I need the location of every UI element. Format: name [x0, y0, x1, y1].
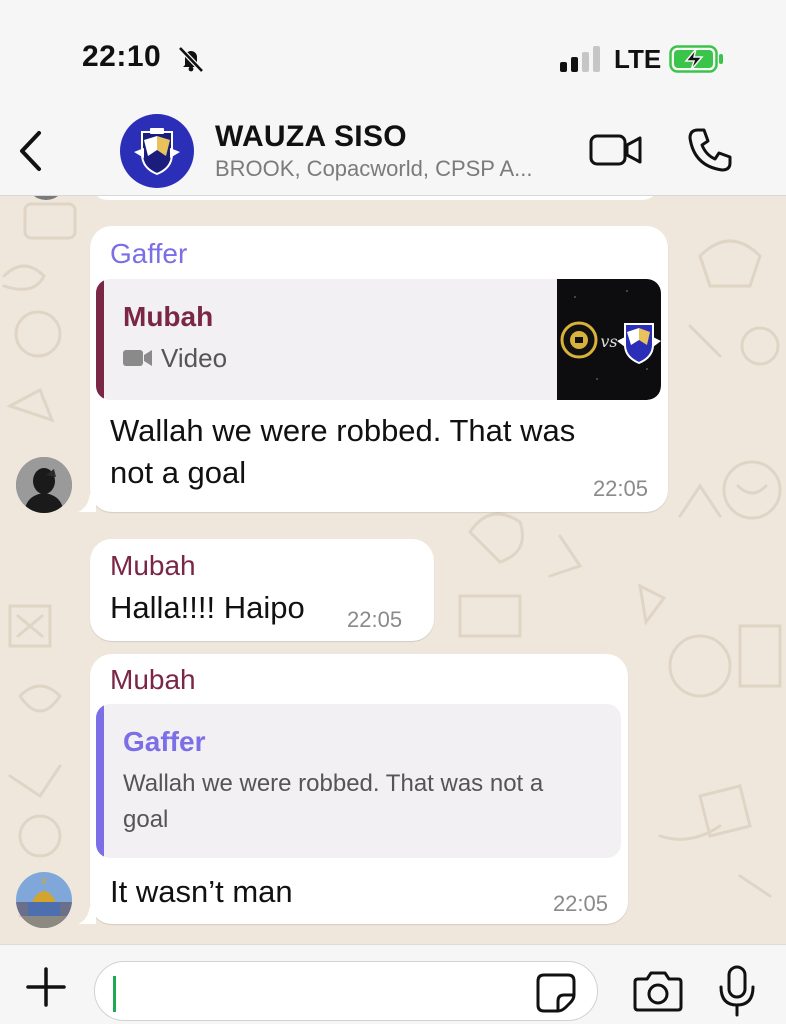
match-thumbnail-image: vs [560, 290, 661, 380]
message-bubble[interactable]: Mubah Halla!!!! Haipo 22:05 [90, 539, 434, 641]
message-composer [0, 944, 786, 1024]
message-input[interactable] [94, 961, 598, 1021]
microphone-icon[interactable] [716, 965, 758, 1017]
message-text: Halla!!!! Haipo [110, 590, 305, 625]
message-text-line: Wallah we were robbed. That was [110, 413, 576, 448]
person-silhouette-icon [16, 457, 72, 513]
chat-header: 22:10 LTE WAUZA SISO BROOK, Copacworld, … [0, 0, 786, 196]
message-time: 22:05 [592, 476, 648, 501]
avatar[interactable] [16, 872, 72, 928]
message-time: 22:05 [552, 891, 608, 916]
status-time: 22:10 [82, 40, 162, 73]
message-bubble[interactable]: Gaffer Mubah Video vs Wallah we were rob… [90, 226, 668, 512]
svg-text:vs: vs [600, 332, 617, 351]
quote-accent-bar [96, 279, 104, 400]
video-call-icon[interactable] [589, 130, 643, 170]
video-camera-icon [123, 350, 152, 366]
quoted-sender: Gaffer [123, 726, 206, 757]
group-crest-icon [134, 128, 180, 176]
previous-message-bubble[interactable] [90, 196, 660, 200]
video-thumbnail[interactable]: vs [557, 279, 661, 400]
avatar[interactable] [16, 457, 72, 513]
signal-strength-icon [560, 46, 604, 72]
quoted-sender: Mubah [123, 301, 214, 332]
bubble-tail [78, 906, 96, 924]
bubble-tail [78, 494, 96, 512]
voice-call-icon[interactable] [686, 126, 734, 174]
quoted-text-line: Wallah we were robbed. That was not a [123, 770, 544, 797]
network-type: LTE [614, 44, 662, 74]
quoted-text-line: goal [123, 806, 169, 833]
message-text: It wasn’t man [110, 874, 293, 909]
quoted-media-label: Video [161, 343, 228, 373]
group-title[interactable]: WAUZA SISO [215, 120, 407, 154]
group-avatar[interactable] [120, 114, 194, 188]
message-sender[interactable]: Mubah [110, 550, 196, 582]
message-bubble[interactable]: Mubah Gaffer Wallah we were robbed. That… [90, 654, 628, 924]
silent-bell-icon [178, 46, 204, 73]
message-list[interactable]: Gaffer Mubah Video vs Wallah we were rob… [0, 196, 786, 944]
camera-icon[interactable] [633, 969, 683, 1013]
message-sender[interactable]: Mubah [110, 664, 196, 696]
plus-icon[interactable] [26, 967, 66, 1007]
message-sender[interactable]: Gaffer [110, 238, 187, 270]
message-time: 22:05 [347, 607, 403, 632]
group-members[interactable]: BROOK, Copacworld, CPSP A... [215, 156, 533, 182]
quote-accent-bar [96, 704, 104, 858]
sticker-icon[interactable] [536, 973, 576, 1013]
dome-photo-icon [16, 872, 72, 928]
battery-charging-icon [669, 45, 723, 73]
message-text-line: not a goal [110, 455, 247, 490]
back-chevron-icon[interactable] [14, 128, 48, 174]
quoted-message[interactable]: Mubah Video vs [96, 279, 661, 400]
quoted-message[interactable]: Gaffer Wallah we were robbed. That was n… [96, 704, 621, 858]
text-caret [113, 976, 116, 1012]
